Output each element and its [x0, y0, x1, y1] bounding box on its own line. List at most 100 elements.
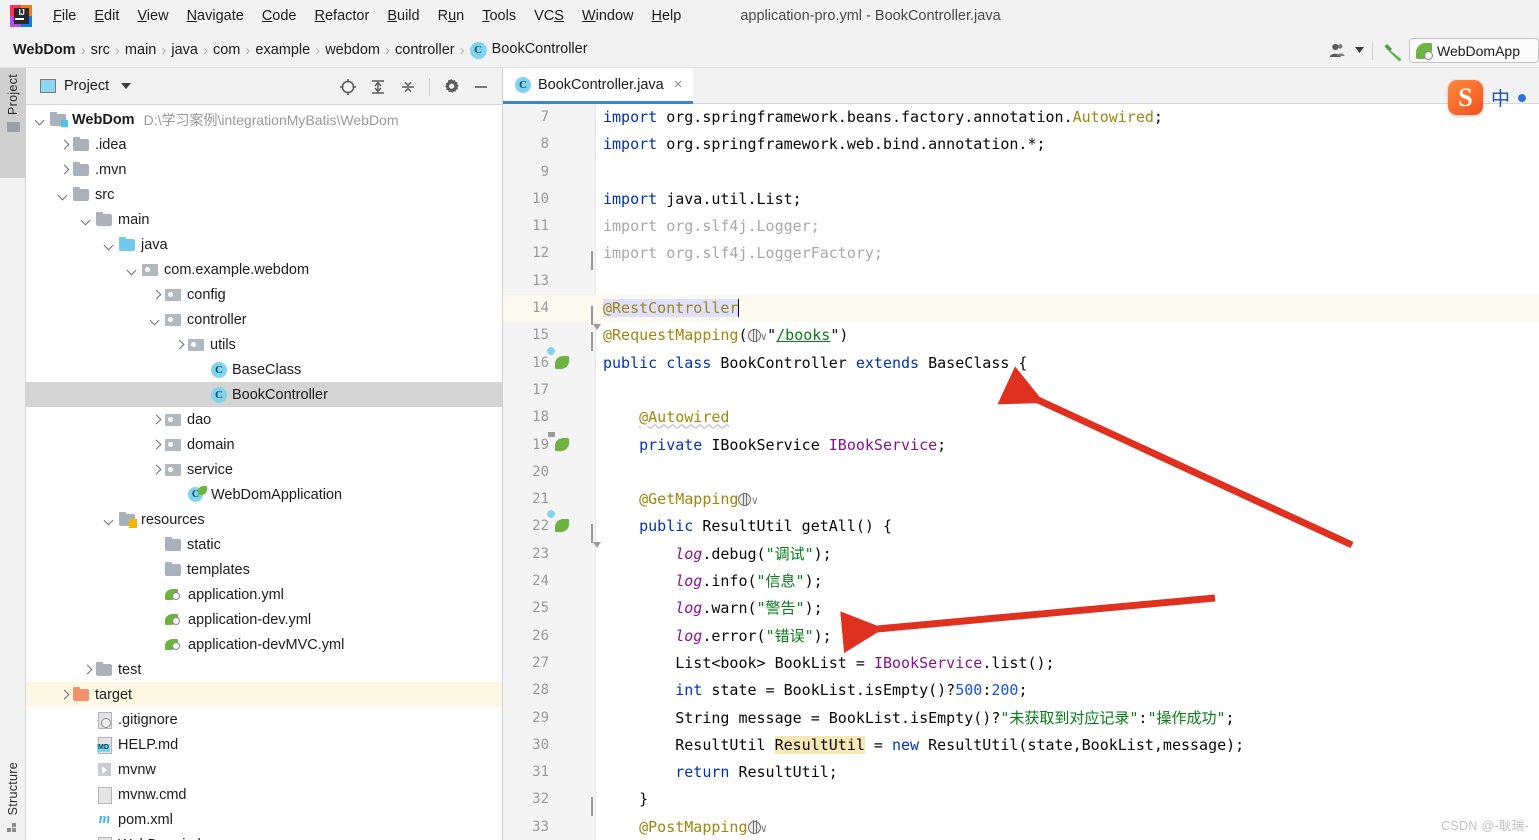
code-line-26[interactable]: 26 log.error("错误");	[503, 623, 1539, 650]
tree-node-config[interactable]: config	[26, 282, 502, 307]
breadcrumb-item-webdom[interactable]: webdom	[322, 42, 383, 58]
menu-item-vcs[interactable]: VCS	[525, 5, 573, 27]
code-line-22[interactable]: 22 public ResultUtil getAll() {	[503, 509, 1539, 544]
tree-node-service[interactable]: service	[26, 457, 502, 482]
code-line-16[interactable]: 16 public class BookController extends Ba…	[503, 345, 1539, 377]
chevron-right-icon[interactable]	[172, 338, 186, 352]
code-line-31[interactable]: 31 return ResultUtil;	[503, 759, 1539, 786]
web-mapping-globe-icon[interactable]	[747, 328, 761, 343]
code-line-25[interactable]: 25 log.warn("警告");	[503, 595, 1539, 622]
tree-node-test[interactable]: test	[26, 657, 502, 682]
code-line-17[interactable]: 17	[503, 377, 1539, 404]
expand-all-icon[interactable]	[363, 73, 393, 101]
web-mapping-globe-icon[interactable]	[738, 492, 752, 507]
chevron-right-icon[interactable]	[149, 463, 163, 477]
code-line-33[interactable]: 33 @PostMapping ∨	[503, 814, 1539, 840]
code-line-30[interactable]: 30 ResultUtil ResultUtil = new ResultUti…	[503, 732, 1539, 759]
code-line-9[interactable]: 9	[503, 159, 1539, 186]
ime-status-dot-icon[interactable]	[1518, 93, 1527, 102]
tree-node-utils[interactable]: utils	[26, 332, 502, 357]
tree-node-templates[interactable]: templates	[26, 557, 502, 582]
chevron-down-icon[interactable]	[57, 188, 71, 202]
spring-bean-autowired-gutter-icon[interactable]	[547, 430, 572, 454]
chevron-right-icon[interactable]	[57, 138, 71, 152]
chevron-down-icon[interactable]	[80, 213, 94, 227]
sidebar-item-project[interactable]: Project	[0, 68, 26, 178]
chevron-down-icon[interactable]	[103, 238, 117, 252]
run-configuration-selector[interactable]: WebDomApp	[1409, 38, 1539, 63]
tree-node-application-dev-yml[interactable]: application-dev.yml	[26, 607, 502, 632]
tree-node-dao[interactable]: dao	[26, 407, 502, 432]
tree-node-target[interactable]: target	[26, 682, 502, 707]
editor-tab-bookcontroller[interactable]: C BookController.java ×	[503, 68, 693, 104]
menu-item-refactor[interactable]: Refactor	[306, 5, 379, 27]
sogou-ime-bar[interactable]: S 中	[1448, 80, 1527, 115]
spring-bean-class-gutter-icon[interactable]	[546, 345, 572, 372]
tree-node-mvnw[interactable]: mvnw	[26, 757, 502, 782]
tree-node-mvn[interactable]: .mvn	[26, 157, 502, 182]
breadcrumb-item-main[interactable]: main	[122, 42, 159, 58]
code-fold-marker[interactable]	[591, 247, 602, 271]
code-line-29[interactable]: 29 String message = BookList.isEmpty()?"…	[503, 705, 1539, 732]
hide-panel-icon[interactable]	[466, 73, 496, 101]
code-line-28[interactable]: 28 int state = BookList.isEmpty()?500:20…	[503, 677, 1539, 704]
chevron-right-icon[interactable]	[149, 413, 163, 427]
code-line-10[interactable]: 10 import java.util.List;	[503, 186, 1539, 213]
code-line-21[interactable]: 21 @GetMapping ∨	[503, 486, 1539, 513]
locate-icon[interactable]	[333, 73, 363, 101]
menu-item-file[interactable]: File	[44, 5, 85, 27]
code-line-18[interactable]: 18 @Autowired	[503, 404, 1539, 431]
breadcrumb-item-src[interactable]: src	[88, 42, 113, 58]
menu-item-code[interactable]: Code	[253, 5, 306, 27]
tree-node-webdom[interactable]: WebDom D:\学习案例\integrationMyBatis\WebDom	[26, 107, 502, 132]
chevron-down-icon[interactable]	[103, 513, 117, 527]
tree-node-baseclass[interactable]: C BaseClass	[26, 357, 502, 382]
chevron-down-icon[interactable]	[121, 83, 132, 89]
code-line-27[interactable]: 27 List<book> BookList = IBookService.li…	[503, 650, 1539, 677]
menu-item-edit[interactable]: Edit	[85, 5, 128, 27]
menu-item-run[interactable]: Run	[429, 5, 474, 27]
sogou-logo-icon[interactable]: S	[1448, 80, 1483, 115]
tree-node-application-devmvc-yml[interactable]: application-devMVC.yml	[26, 632, 502, 657]
breadcrumb-item-com[interactable]: com	[210, 42, 243, 58]
chevron-right-icon[interactable]	[57, 163, 71, 177]
code-line-13[interactable]: 13	[503, 268, 1539, 295]
chevron-right-icon[interactable]	[149, 288, 163, 302]
code-lines[interactable]: 7 import org.springframework.beans.factor…	[503, 104, 1539, 840]
tree-node-main[interactable]: main	[26, 207, 502, 232]
chevron-down-icon[interactable]	[126, 263, 140, 277]
tree-node-gitignore[interactable]: .gitignore	[26, 707, 502, 732]
breadcrumb-item-example[interactable]: example	[252, 42, 313, 58]
menu-item-window[interactable]: Window	[573, 5, 643, 27]
code-line-24[interactable]: 24 log.info("信息");	[503, 568, 1539, 595]
tree-node-src[interactable]: src	[26, 182, 502, 207]
breadcrumb-item-java[interactable]: java	[168, 42, 201, 58]
tree-node-com-example-webdom[interactable]: com.example.webdom	[26, 257, 502, 282]
chevron-down-icon[interactable]	[1352, 37, 1366, 65]
close-icon[interactable]: ×	[674, 76, 683, 93]
code-line-23[interactable]: 23 log.debug("调试");	[503, 541, 1539, 568]
code-line-14[interactable]: 14 @RestController	[503, 295, 1539, 326]
project-tree[interactable]: WebDom D:\学习案例\integrationMyBatis\WebDom.…	[26, 105, 502, 840]
chevron-right-icon[interactable]	[149, 438, 163, 452]
ime-mode-label[interactable]: 中	[1491, 84, 1510, 111]
menu-item-help[interactable]: Help	[642, 5, 690, 27]
code-line-7[interactable]: 7 import org.springframework.beans.factor…	[503, 104, 1539, 131]
tree-node-help-md[interactable]: MD HELP.md	[26, 732, 502, 757]
user-account-icon[interactable]	[1322, 37, 1352, 65]
chevron-down-icon[interactable]	[34, 113, 48, 127]
web-mapping-globe-icon[interactable]	[747, 820, 761, 834]
tree-node-application-yml[interactable]: application.yml	[26, 582, 502, 607]
menu-item-build[interactable]: Build	[378, 5, 428, 27]
tree-node-controller[interactable]: controller	[26, 307, 502, 332]
menu-item-navigate[interactable]: Navigate	[178, 5, 253, 27]
code-line-15[interactable]: 15 @RequestMapping(∨"/books")	[503, 322, 1539, 352]
collapse-all-icon[interactable]	[393, 73, 423, 101]
tree-node-static[interactable]: static	[26, 532, 502, 557]
code-line-12[interactable]: 12 import org.slf4j.LoggerFactory;	[503, 240, 1539, 271]
code-fold-marker[interactable]	[591, 302, 602, 326]
code-line-19[interactable]: 19 private IBookService IBookService;	[503, 430, 1539, 459]
code-line-8[interactable]: 8 import org.springframework.web.bind.ann…	[503, 131, 1539, 158]
code-fold-marker[interactable]	[591, 520, 602, 544]
tree-node-java[interactable]: java	[26, 232, 502, 257]
